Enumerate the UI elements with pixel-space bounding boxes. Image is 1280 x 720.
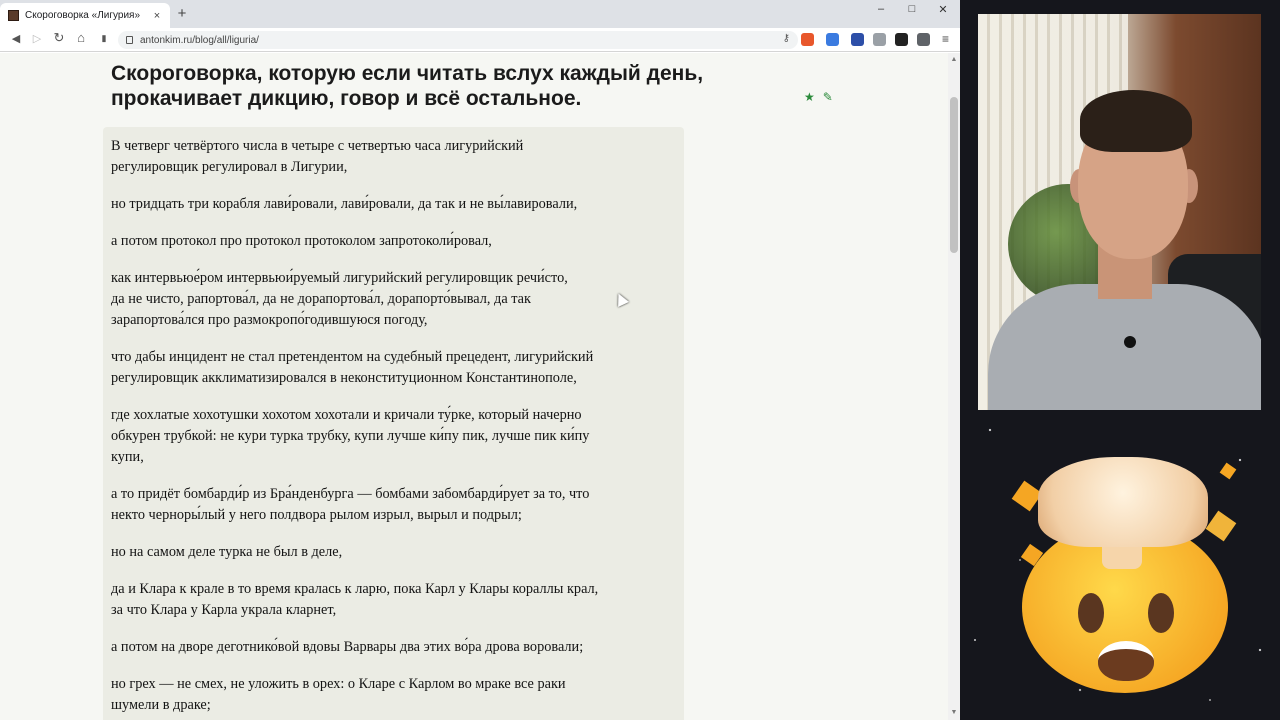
lock-icon bbox=[126, 36, 133, 44]
extension-dark-icon[interactable] bbox=[895, 33, 908, 46]
url-text: antonkim.ru/blog/all/liguria/ bbox=[140, 34, 259, 46]
text-line: что дабы инцидент не стал претендентом н… bbox=[111, 349, 594, 365]
scroll-thumb[interactable] bbox=[950, 97, 958, 253]
emoji-shard bbox=[1219, 462, 1237, 480]
extension-screenshot-icon[interactable] bbox=[826, 33, 839, 46]
back-button[interactable]: ◀ bbox=[8, 32, 24, 45]
paragraph: да и Клара к крале в то время кралась к … bbox=[111, 579, 676, 621]
emoji-mouth bbox=[1098, 641, 1154, 681]
text-line: а потом протокол про протокол протоколом… bbox=[111, 233, 492, 249]
tongue-twister-block: В четверг четвёртого числа в четыре с че… bbox=[103, 127, 684, 720]
paragraph: но на самом деле турка не был в деле, bbox=[111, 542, 676, 563]
scroll-down-icon[interactable]: ▼ bbox=[948, 708, 960, 718]
paragraph: но грех — не смех, не уложить в орех: о … bbox=[111, 674, 676, 716]
minimize-button[interactable]: – bbox=[866, 3, 896, 15]
tab-title: Скороговорка «Лигурия» bbox=[25, 10, 141, 21]
paragraph: а потом на дворе деготнико́вой вдовы Вар… bbox=[111, 637, 676, 658]
browser-window: Скороговорка «Лигурия» × + – □ ✕ ◀ ▷ ↻ ⌂… bbox=[0, 0, 960, 720]
paragraph: где хохлатые хохотушки хохотом хохотали … bbox=[111, 405, 676, 468]
page-content: Скороговорка, которую если читать вслух … bbox=[0, 53, 948, 720]
puzzle-icon[interactable] bbox=[917, 33, 930, 46]
paragraph: В четверг четвёртого числа в четыре с че… bbox=[111, 136, 676, 178]
text-line: регулировщик акклиматизировался в неконс… bbox=[111, 370, 577, 386]
exploding-head-emoji-icon bbox=[1010, 455, 1250, 705]
text-line: да и Клара к крале в то время кралась к … bbox=[111, 581, 599, 597]
text-line: купи, bbox=[111, 449, 144, 465]
edit-icon[interactable]: ✎ bbox=[823, 90, 833, 104]
post-title-line: Скороговорка, которую если читать вслух … bbox=[111, 62, 704, 85]
text-line: но тридцать три корабля лави́ровали, лав… bbox=[111, 196, 578, 212]
text-line: зарапортова́лся про размокропо́годившуюс… bbox=[111, 312, 428, 328]
post-title: Скороговорка, которую если читать вслух … bbox=[111, 61, 751, 111]
forward-button[interactable]: ▷ bbox=[29, 32, 45, 45]
text-line: а потом на дворе деготнико́вой вдовы Вар… bbox=[111, 639, 584, 655]
tab-close-icon[interactable]: × bbox=[150, 10, 164, 22]
maximize-button[interactable]: □ bbox=[897, 3, 927, 15]
presenter-shirt bbox=[988, 284, 1261, 410]
paragraph: а потом протокол про протокол протоколом… bbox=[111, 231, 676, 252]
scroll-up-icon[interactable]: ▲ bbox=[948, 55, 960, 65]
post-actions: ★ ✎ bbox=[804, 90, 833, 104]
text-line: шумели в драке; bbox=[111, 697, 211, 713]
paragraph: как интервьюе́ром интервьюи́руемый лигур… bbox=[111, 268, 676, 331]
reload-button[interactable]: ↻ bbox=[51, 30, 67, 46]
browser-tab[interactable]: Скороговорка «Лигурия» × bbox=[0, 3, 170, 28]
browser-toolbar: ◀ ▷ ↻ ⌂ ▮ antonkim.ru/blog/all/liguria/ … bbox=[0, 28, 960, 52]
text-line: а то придёт бомбарди́р из Бра́нденбурга … bbox=[111, 486, 590, 502]
favicon-icon bbox=[8, 10, 19, 21]
text-line: но грех — не смех, не уложить в орех: о … bbox=[111, 676, 566, 692]
camera-icon[interactable] bbox=[873, 33, 886, 46]
extension-bookmark-icon[interactable] bbox=[851, 33, 864, 46]
close-window-button[interactable]: ✕ bbox=[928, 3, 958, 16]
text-line: но на самом деле турка не был в деле, bbox=[111, 544, 343, 560]
emoji-mushroom-cloud bbox=[1038, 457, 1208, 547]
text-line: как интервьюе́ром интервьюи́руемый лигур… bbox=[111, 270, 568, 286]
text-line: да не чисто, рапортова́л, да не дорапорт… bbox=[111, 291, 531, 307]
new-tab-button[interactable]: + bbox=[174, 5, 190, 22]
page-scrollbar[interactable]: ▲ ▼ bbox=[948, 53, 960, 720]
text-line: за что Клара у Карла украла кларнет, bbox=[111, 602, 337, 618]
star-icon[interactable]: ★ bbox=[804, 90, 815, 104]
text-line: некто черноры́лый у него полдвора рылом … bbox=[111, 507, 522, 523]
paragraph: но тридцать три корабля лави́ровали, лав… bbox=[111, 194, 676, 215]
text-line: В четверг четвёртого числа в четыре с че… bbox=[111, 138, 524, 154]
emoji-eye bbox=[1078, 593, 1104, 633]
emoji-shard bbox=[1205, 510, 1237, 542]
menu-icon[interactable]: ≡ bbox=[939, 33, 952, 46]
paragraph: что дабы инцидент не стал претендентом н… bbox=[111, 347, 676, 389]
address-bar[interactable]: antonkim.ru/blog/all/liguria/ ⚷ bbox=[118, 31, 798, 49]
home-button[interactable]: ⌂ bbox=[73, 30, 89, 45]
text-line: регулировщик регулировал в Лигурии, bbox=[111, 159, 348, 175]
presenter-hair bbox=[1080, 90, 1192, 152]
bookmark-icon[interactable]: ▮ bbox=[96, 33, 112, 44]
text-line: где хохлатые хохотушки хохотом хохотали … bbox=[111, 407, 582, 423]
lavalier-mic-icon bbox=[1124, 336, 1136, 348]
webcam-video bbox=[978, 14, 1261, 410]
brave-shield-icon[interactable] bbox=[801, 33, 814, 46]
post-title-line: прокачивает дикцию, говор и всё остально… bbox=[111, 87, 582, 110]
paragraph: а то придёт бомбарди́р из Бра́нденбурга … bbox=[111, 484, 676, 526]
emoji-eye bbox=[1148, 593, 1174, 633]
text-line: обкурен трубкой: не кури турка трубку, к… bbox=[111, 428, 590, 444]
tab-strip: Скороговорка «Лигурия» × + – □ ✕ bbox=[0, 0, 960, 28]
key-icon[interactable]: ⚷ bbox=[783, 33, 790, 44]
